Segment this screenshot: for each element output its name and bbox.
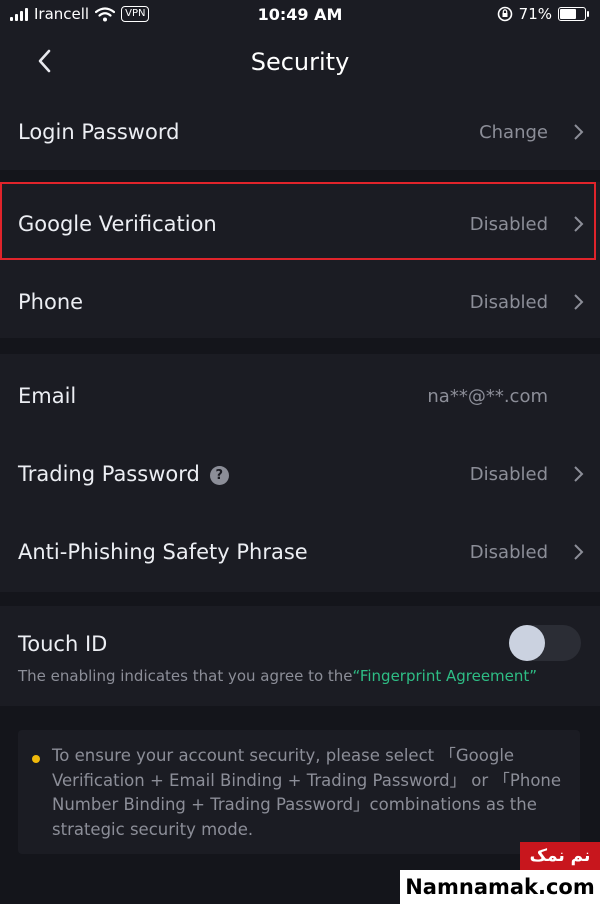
anti-phishing-value: Disabled	[469, 542, 548, 563]
phone-row[interactable]: Phone Disabled	[0, 264, 600, 338]
anti-phishing-label: Anti-Phishing Safety Phrase	[18, 540, 308, 564]
anti-phishing-row[interactable]: Anti-Phishing Safety Phrase Disabled	[0, 514, 600, 590]
status-right: 71%	[497, 5, 589, 23]
touch-id-toggle[interactable]	[509, 625, 581, 661]
page-title: Security	[250, 48, 350, 76]
login-password-label: Login Password	[18, 120, 180, 144]
email-value: na**@**.com	[427, 386, 548, 407]
trading-password-label: Trading Password?	[18, 462, 229, 486]
trading-password-value: Disabled	[469, 464, 548, 485]
trading-password-row[interactable]: Trading Password? Disabled	[0, 436, 600, 512]
fingerprint-agreement-link[interactable]: “Fingerprint Agreement”	[353, 667, 538, 685]
touch-id-label: Touch ID	[18, 632, 108, 656]
chevron-right-icon	[574, 466, 584, 482]
google-verification-label: Google Verification	[18, 212, 217, 236]
phone-label: Phone	[18, 290, 84, 314]
chevron-right-icon	[574, 124, 584, 140]
trading-password-text: Trading Password	[18, 462, 200, 486]
email-label: Email	[18, 384, 77, 408]
phone-value: Disabled	[469, 292, 548, 313]
status-bar: Irancell VPN 10:49 AM 71%	[0, 0, 600, 32]
question-mark-icon[interactable]: ?	[209, 466, 229, 485]
nav-bar: Security	[0, 32, 600, 94]
toggle-knob	[509, 625, 545, 661]
security-notice: To ensure your account security, please …	[18, 730, 580, 854]
watermark-site: Namnamak.com	[400, 870, 600, 904]
google-verification-value: Disabled	[469, 214, 548, 235]
battery-icon	[558, 7, 589, 21]
rotation-lock-icon	[497, 6, 512, 22]
touch-id-description: The enabling indicates that you agree to…	[18, 667, 537, 685]
chevron-right-icon	[574, 294, 584, 310]
security-notice-text: To ensure your account security, please …	[52, 746, 562, 839]
watermark-persian: نم نمک	[520, 842, 600, 870]
chevron-right-icon	[574, 216, 584, 232]
login-password-row[interactable]: Login Password Change	[0, 94, 600, 170]
email-row[interactable]: Email na**@**.com	[0, 358, 600, 434]
touch-id-description-text: The enabling indicates that you agree to…	[18, 667, 353, 685]
touch-id-section: Touch ID The enabling indicates that you…	[0, 606, 600, 706]
chevron-right-icon	[574, 544, 584, 560]
battery-percent: 71%	[518, 5, 552, 23]
google-verification-row[interactable]: Google Verification Disabled	[0, 184, 600, 260]
login-password-value: Change	[479, 122, 548, 143]
bullet-dot-icon	[32, 755, 40, 763]
